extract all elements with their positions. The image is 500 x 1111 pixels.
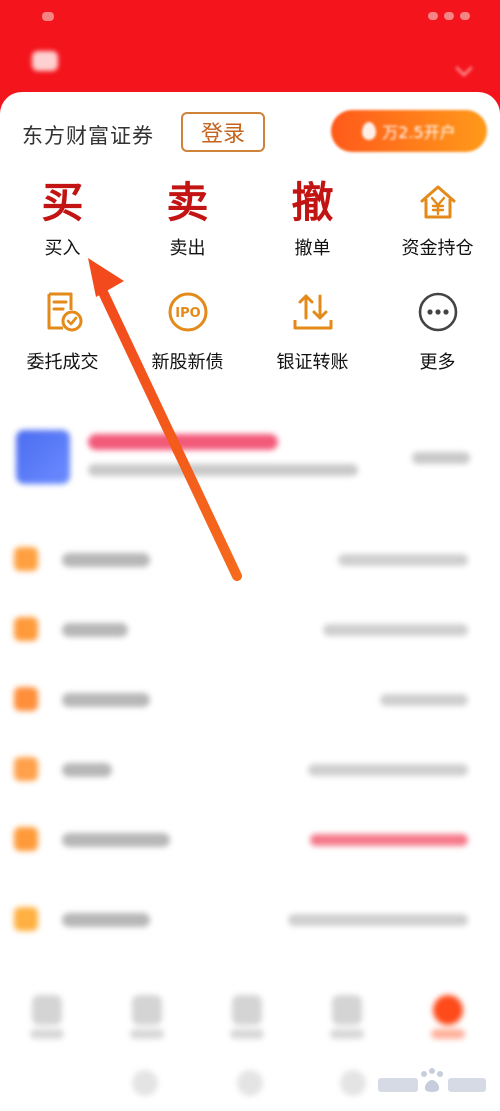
list-item-icon	[14, 827, 38, 851]
watermark-logo	[378, 1068, 486, 1092]
more-label: 更多	[419, 352, 456, 373]
status-bar-icon	[42, 12, 54, 21]
tab-trade-icon[interactable]	[433, 995, 463, 1025]
house-yen-icon	[420, 185, 455, 219]
buy-label: 买入	[44, 238, 81, 259]
promo-detail	[412, 452, 470, 464]
list-item-title	[62, 623, 128, 637]
promo-title	[88, 434, 278, 450]
cancel-order-label: 撤单	[294, 238, 331, 259]
fire-icon	[362, 122, 377, 140]
tab-market-icon[interactable]	[132, 995, 162, 1025]
broker-name: 东方财富证券	[22, 124, 154, 148]
list-item-icon	[14, 687, 38, 711]
ipo-action[interactable]: IPO 新股新债	[125, 290, 250, 374]
orders-fills-label: 委托成交	[26, 352, 99, 373]
orders-fills-action[interactable]: 委托成交	[0, 290, 125, 374]
list-item-detail	[380, 694, 468, 706]
tab-wealth-label	[330, 1029, 364, 1039]
list-item-title	[62, 913, 150, 927]
list-item[interactable]	[14, 545, 484, 575]
recents-icon[interactable]	[340, 1070, 366, 1096]
transfer-arrows-icon	[293, 294, 332, 330]
tab-home-label	[30, 1029, 64, 1039]
sell-glyph-icon: 卖	[166, 178, 209, 227]
bank-transfer-action[interactable]: 银证转账	[250, 290, 375, 374]
list-item-icon	[14, 547, 38, 571]
brand-area	[32, 46, 195, 76]
bottom-tab-bar	[0, 985, 500, 1055]
list-item[interactable]	[14, 825, 484, 855]
list-item[interactable]	[14, 685, 484, 715]
tab-home-icon[interactable]	[32, 995, 62, 1025]
list-item[interactable]	[14, 905, 484, 935]
list-item[interactable]	[14, 755, 484, 785]
sell-action[interactable]: 卖 卖出	[125, 178, 250, 260]
list-item-title	[62, 833, 170, 847]
list-item-detail	[308, 764, 468, 776]
buy-action[interactable]: 买 买入	[0, 178, 125, 260]
tab-news-icon[interactable]	[232, 995, 262, 1025]
list-item-icon	[14, 617, 38, 641]
promo-banner[interactable]	[16, 430, 486, 490]
list-item-detail	[323, 624, 468, 636]
tab-news-label	[230, 1029, 264, 1039]
tab-wealth-icon[interactable]	[332, 995, 362, 1025]
list-item-title	[62, 763, 112, 777]
list-item-title	[62, 693, 150, 707]
header-tab-2[interactable]	[177, 51, 194, 72]
list-item-detail	[288, 914, 468, 926]
home-icon[interactable]	[237, 1070, 263, 1096]
open-account-button[interactable]: 万2.5开户	[331, 110, 487, 152]
sell-label: 卖出	[169, 238, 206, 259]
more-action[interactable]: 更多	[375, 290, 500, 374]
promo-subtitle	[88, 464, 358, 476]
tab-market-label	[130, 1029, 164, 1039]
tab-trade-label	[431, 1029, 465, 1039]
chevron-down-icon[interactable]	[455, 59, 473, 77]
order-document-icon	[47, 292, 82, 332]
bank-transfer-label: 银证转账	[276, 352, 349, 373]
brand-name	[68, 46, 112, 76]
open-account-label: 万2.5开户	[382, 123, 456, 142]
funds-positions-label: 资金持仓	[401, 238, 474, 259]
svg-text:IPO: IPO	[175, 306, 200, 321]
ipo-label: 新股新债	[151, 352, 224, 373]
cancel-order-action[interactable]: 撤 撤单	[250, 178, 375, 260]
list-item-icon	[14, 907, 38, 931]
header-tab-1[interactable]	[136, 51, 153, 72]
more-dots-icon	[418, 292, 457, 332]
status-bar-indicators	[428, 12, 470, 20]
promo-image	[16, 430, 70, 484]
brand-logo-icon	[32, 51, 58, 71]
list-item-icon	[14, 757, 38, 781]
login-button[interactable]: 登录	[181, 112, 265, 152]
back-icon[interactable]	[132, 1070, 158, 1096]
list-item-detail	[310, 834, 468, 846]
buy-glyph-icon: 买	[41, 178, 84, 227]
funds-positions-action[interactable]: 资金持仓	[375, 181, 500, 260]
list-item-title	[62, 553, 150, 567]
ipo-icon: IPO	[168, 292, 207, 332]
list-item[interactable]	[14, 615, 484, 645]
cancel-glyph-icon: 撤	[291, 178, 334, 227]
list-item-detail	[338, 554, 468, 566]
